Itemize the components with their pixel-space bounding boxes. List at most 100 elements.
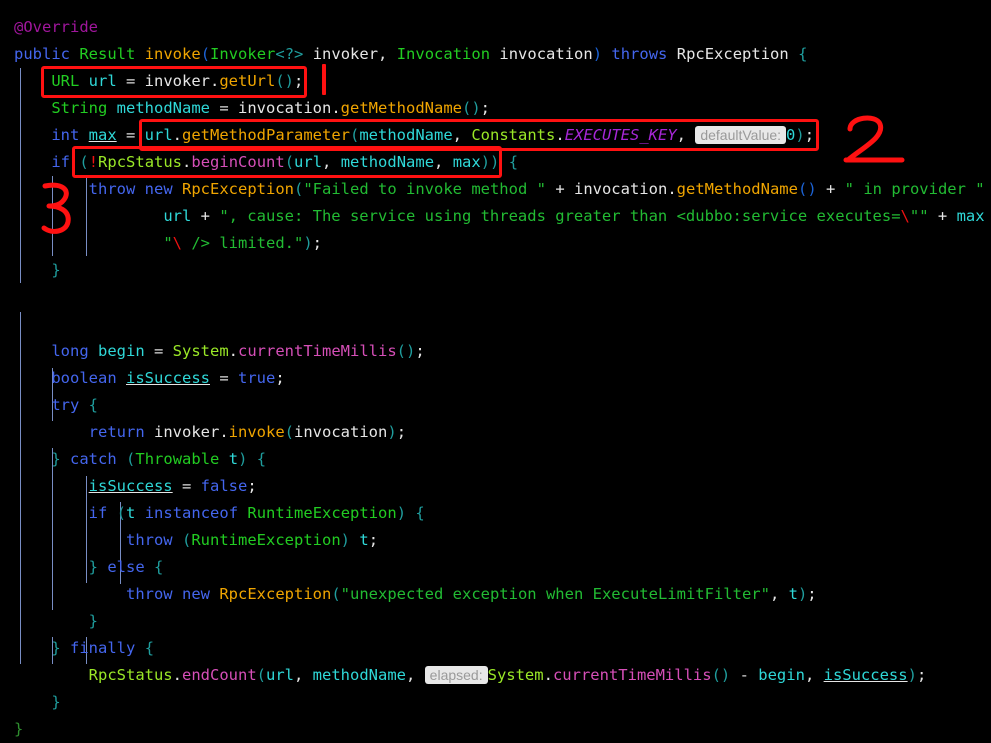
keyword-finally: finally bbox=[70, 639, 136, 657]
code-line-17[interactable]: } catch (Throwable t) { bbox=[0, 446, 991, 473]
paren: () bbox=[711, 666, 731, 684]
method-getmethodname: getMethodName bbox=[676, 180, 798, 198]
variable-invocation: invocation bbox=[573, 180, 668, 198]
code-line-15[interactable]: try { bbox=[0, 392, 991, 419]
keyword-if: if bbox=[88, 504, 108, 522]
variable-issuccess: isSuccess bbox=[126, 369, 210, 387]
brace-open: { bbox=[154, 558, 164, 576]
string-unexpected: "unexpected exception when ExecuteLimitF… bbox=[340, 585, 770, 603]
type-rpcexception: RpcException bbox=[219, 585, 332, 603]
code-line-21[interactable]: } else { bbox=[0, 554, 991, 581]
paren: ) bbox=[592, 45, 603, 63]
inlay-hint-elapsed: elapsed: bbox=[424, 666, 488, 684]
code-line-12[interactable] bbox=[0, 311, 991, 338]
class-constants: Constants bbox=[471, 126, 556, 144]
keyword-throw: throw bbox=[88, 180, 136, 198]
paren: ( bbox=[79, 153, 89, 171]
class-rpcstatus: RpcStatus bbox=[98, 153, 183, 171]
method-begincount: beginCount bbox=[191, 153, 285, 171]
variable-invocation: invocation bbox=[294, 423, 388, 441]
code-lines-container[interactable]: @Override public Result invoke(Invoker<?… bbox=[0, 0, 991, 738]
keyword-if: if bbox=[51, 153, 70, 171]
code-line-7[interactable]: throw new RpcException("Failed to invoke… bbox=[0, 176, 991, 203]
variable-invoker: invoker bbox=[144, 72, 210, 90]
param-invoker: invoker bbox=[312, 45, 379, 63]
code-line-9[interactable]: "\ /> limited."); bbox=[0, 230, 991, 257]
paren: ) bbox=[907, 666, 917, 684]
paren: ( bbox=[294, 180, 304, 198]
variable-url: url bbox=[144, 126, 173, 144]
paren: ( bbox=[331, 585, 341, 603]
method-currenttimemillis: currentTimeMillis bbox=[552, 666, 712, 684]
code-line-27[interactable]: } bbox=[0, 716, 991, 743]
code-line-11[interactable] bbox=[0, 284, 991, 311]
type-result: Result bbox=[79, 45, 136, 63]
paren: ) bbox=[340, 531, 350, 549]
code-line-10[interactable]: } bbox=[0, 257, 991, 284]
code-line-25[interactable]: RpcStatus.endCount(url, methodName, elap… bbox=[0, 662, 991, 689]
code-line-16[interactable]: return invoker.invoke(invocation); bbox=[0, 419, 991, 446]
keyword-catch: catch bbox=[70, 450, 117, 468]
variable-t: t bbox=[788, 585, 798, 603]
variable-issuccess: isSuccess bbox=[88, 477, 173, 495]
code-line-2[interactable]: public Result invoke(Invoker<?> invoker,… bbox=[0, 41, 991, 68]
code-editor[interactable]: @Override public Result invoke(Invoker<?… bbox=[0, 0, 991, 738]
variable-max: max bbox=[956, 207, 985, 225]
paren: )) bbox=[480, 153, 500, 171]
variable-methodname: methodName bbox=[340, 153, 435, 171]
annotation-override: @Override bbox=[14, 18, 98, 36]
annotation-mark-3 bbox=[41, 182, 71, 234]
paren: ( bbox=[284, 423, 295, 441]
param-invocation: invocation bbox=[499, 45, 593, 63]
paren: ( bbox=[182, 531, 192, 549]
brace-close-method: } bbox=[14, 720, 24, 738]
operator-not: ! bbox=[88, 153, 99, 171]
literal-false: false bbox=[200, 477, 248, 495]
code-line-8[interactable]: url + ", cause: The service using thread… bbox=[0, 203, 991, 230]
brace-open: { bbox=[508, 153, 519, 171]
brace-open: { bbox=[88, 396, 99, 414]
code-line-1[interactable]: @Override bbox=[0, 14, 991, 41]
code-line-3[interactable]: URL url = invoker.getUrl(); bbox=[0, 68, 991, 95]
code-line-14[interactable]: boolean isSuccess = true; bbox=[0, 365, 991, 392]
code-line-24[interactable]: } finally { bbox=[0, 635, 991, 662]
annotation-mark-2 bbox=[843, 115, 905, 163]
variable-methodname: methodName bbox=[116, 99, 210, 117]
code-line-23[interactable]: } bbox=[0, 608, 991, 635]
class-system: System bbox=[487, 666, 544, 684]
paren: () bbox=[275, 72, 295, 90]
code-line-26[interactable]: } bbox=[0, 689, 991, 716]
method-getmethodname: getMethodName bbox=[340, 99, 462, 117]
variable-begin: begin bbox=[758, 666, 805, 684]
literal-zero: 0 bbox=[786, 126, 796, 144]
paren: ( bbox=[350, 126, 360, 144]
paren: ) bbox=[396, 504, 407, 522]
variable-invoker: invoker bbox=[154, 423, 220, 441]
paren: ) bbox=[303, 234, 313, 252]
code-line-19[interactable]: if (t instanceof RuntimeException) { bbox=[0, 500, 991, 527]
code-line-18[interactable]: isSuccess = false; bbox=[0, 473, 991, 500]
type-url: URL bbox=[51, 72, 80, 90]
paren: ) bbox=[238, 450, 248, 468]
variable-methodname: methodName bbox=[312, 666, 406, 684]
paren: ( bbox=[256, 666, 266, 684]
variable-max: max bbox=[452, 153, 481, 171]
code-line-22[interactable]: throw new RpcException("unexpected excep… bbox=[0, 581, 991, 608]
variable-url: url bbox=[88, 72, 117, 90]
keyword-boolean: boolean bbox=[51, 369, 117, 387]
variable-invocation: invocation bbox=[238, 99, 332, 117]
paren: () bbox=[462, 99, 481, 117]
paren: ( bbox=[116, 504, 127, 522]
code-line-20[interactable]: throw (RuntimeException) t; bbox=[0, 527, 991, 554]
variable-t: t bbox=[359, 531, 369, 549]
variable-methodname: methodName bbox=[359, 126, 453, 144]
brace-close: } bbox=[88, 558, 98, 576]
code-line-13[interactable]: long begin = System.currentTimeMillis(); bbox=[0, 338, 991, 365]
inlay-hint-defaultvalue: defaultValue: bbox=[695, 126, 787, 144]
type-runtimeexception: RuntimeException bbox=[191, 531, 341, 549]
keyword-return: return bbox=[88, 423, 145, 441]
keyword-else: else bbox=[107, 558, 145, 576]
keyword-public: public bbox=[14, 45, 70, 63]
brace-close: } bbox=[51, 450, 61, 468]
constant-executes-key: EXECUTES_KEY bbox=[564, 126, 677, 144]
